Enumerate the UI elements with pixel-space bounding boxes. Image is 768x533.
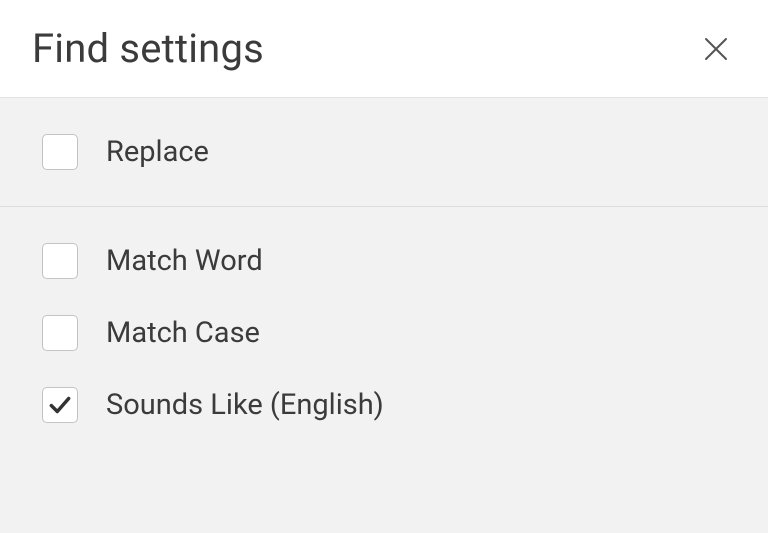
find-settings-panel: Find settings Replace Match Wor — [0, 0, 768, 533]
option-label: Match Case — [106, 316, 260, 350]
checkbox-match-case[interactable] — [42, 315, 78, 351]
group-match-options: Match Word Match Case Sounds Like (Engli… — [0, 206, 768, 459]
close-button[interactable] — [696, 29, 736, 69]
panel-header: Find settings — [0, 0, 768, 98]
option-replace[interactable]: Replace — [0, 116, 768, 188]
option-label: Match Word — [106, 244, 263, 278]
option-match-word[interactable]: Match Word — [0, 225, 768, 297]
option-label: Replace — [106, 135, 209, 169]
check-icon — [47, 392, 73, 418]
group-replace: Replace — [0, 98, 768, 206]
option-match-case[interactable]: Match Case — [0, 297, 768, 369]
option-label: Sounds Like (English) — [106, 388, 384, 422]
close-icon — [701, 34, 731, 64]
panel-title: Find settings — [32, 25, 264, 72]
checkbox-match-word[interactable] — [42, 243, 78, 279]
checkbox-sounds-like[interactable] — [42, 387, 78, 423]
option-sounds-like[interactable]: Sounds Like (English) — [0, 369, 768, 441]
checkbox-replace[interactable] — [42, 134, 78, 170]
